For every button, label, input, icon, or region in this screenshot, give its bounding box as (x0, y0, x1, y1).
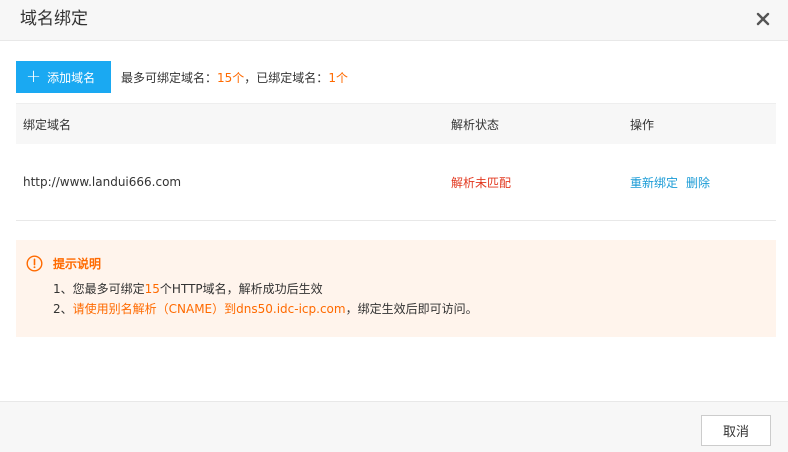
add-domain-label: 添加域名 (47, 70, 96, 85)
bound-prefix: ，已绑定域名： (244, 70, 329, 85)
plus-icon: + (26, 66, 42, 87)
delete-link[interactable]: 删除 (686, 176, 710, 190)
notice-title-text: 提示说明 (53, 257, 102, 271)
notice-line-2: 2、请使用别名解析（CNAME）到dns50.idc-icp.com，绑定生效后… (53, 302, 776, 316)
dialog-footer: 取消 (0, 401, 788, 452)
notice-title: 提示说明 (26, 255, 776, 272)
column-header-actions: 操作 (630, 117, 655, 132)
domain-table: 绑定域名 解析状态 操作 http://www.landui666.com 解析… (16, 103, 776, 221)
dialog-title: 域名绑定 (20, 9, 88, 29)
notice-box: 提示说明 1、您最多可绑定15个HTTP域名，解析成功后生效 2、请使用别名解析… (16, 240, 776, 337)
column-header-domain: 绑定域名 (23, 117, 72, 132)
actions-cell: 重新绑定 删除 (624, 174, 776, 191)
status-cell: 解析未匹配 (451, 175, 512, 190)
notice-line-2-suffix: ，绑定生效后即可访问。 (345, 302, 478, 316)
notice-line-1-prefix: 1、您最多可绑定 (53, 282, 145, 296)
domain-cell: http://www.landui666.com (23, 175, 182, 189)
dialog-header: 域名绑定 (0, 0, 788, 41)
rebind-link[interactable]: 重新绑定 (630, 176, 678, 190)
warning-circle-icon (26, 255, 43, 272)
notice-line-1-value: 15 (144, 282, 160, 296)
domain-limit-info: 最多可绑定域名：15个，已绑定域名：1个 (121, 69, 348, 86)
limit-prefix: 最多可绑定域名： (121, 70, 218, 85)
notice-line-2-highlight: 请使用别名解析（CNAME）到dns50.idc-icp.com (72, 302, 346, 316)
add-domain-button[interactable]: + 添加域名 (16, 61, 111, 93)
toolbar: + 添加域名 最多可绑定域名：15个，已绑定域名：1个 (16, 61, 348, 93)
notice-line-1-suffix: 个HTTP域名，解析成功后生效 (159, 282, 323, 296)
cancel-button[interactable]: 取消 (701, 415, 771, 446)
table-header: 绑定域名 解析状态 操作 (16, 103, 776, 144)
bound-value: 1个 (328, 70, 348, 85)
column-header-status: 解析状态 (451, 117, 500, 132)
notice-line-2-prefix: 2、 (53, 302, 73, 316)
notice-line-1: 1、您最多可绑定15个HTTP域名，解析成功后生效 (53, 282, 776, 296)
close-icon[interactable] (752, 8, 774, 30)
table-row: http://www.landui666.com 解析未匹配 重新绑定 删除 (16, 144, 776, 221)
limit-value: 15个 (217, 70, 245, 85)
